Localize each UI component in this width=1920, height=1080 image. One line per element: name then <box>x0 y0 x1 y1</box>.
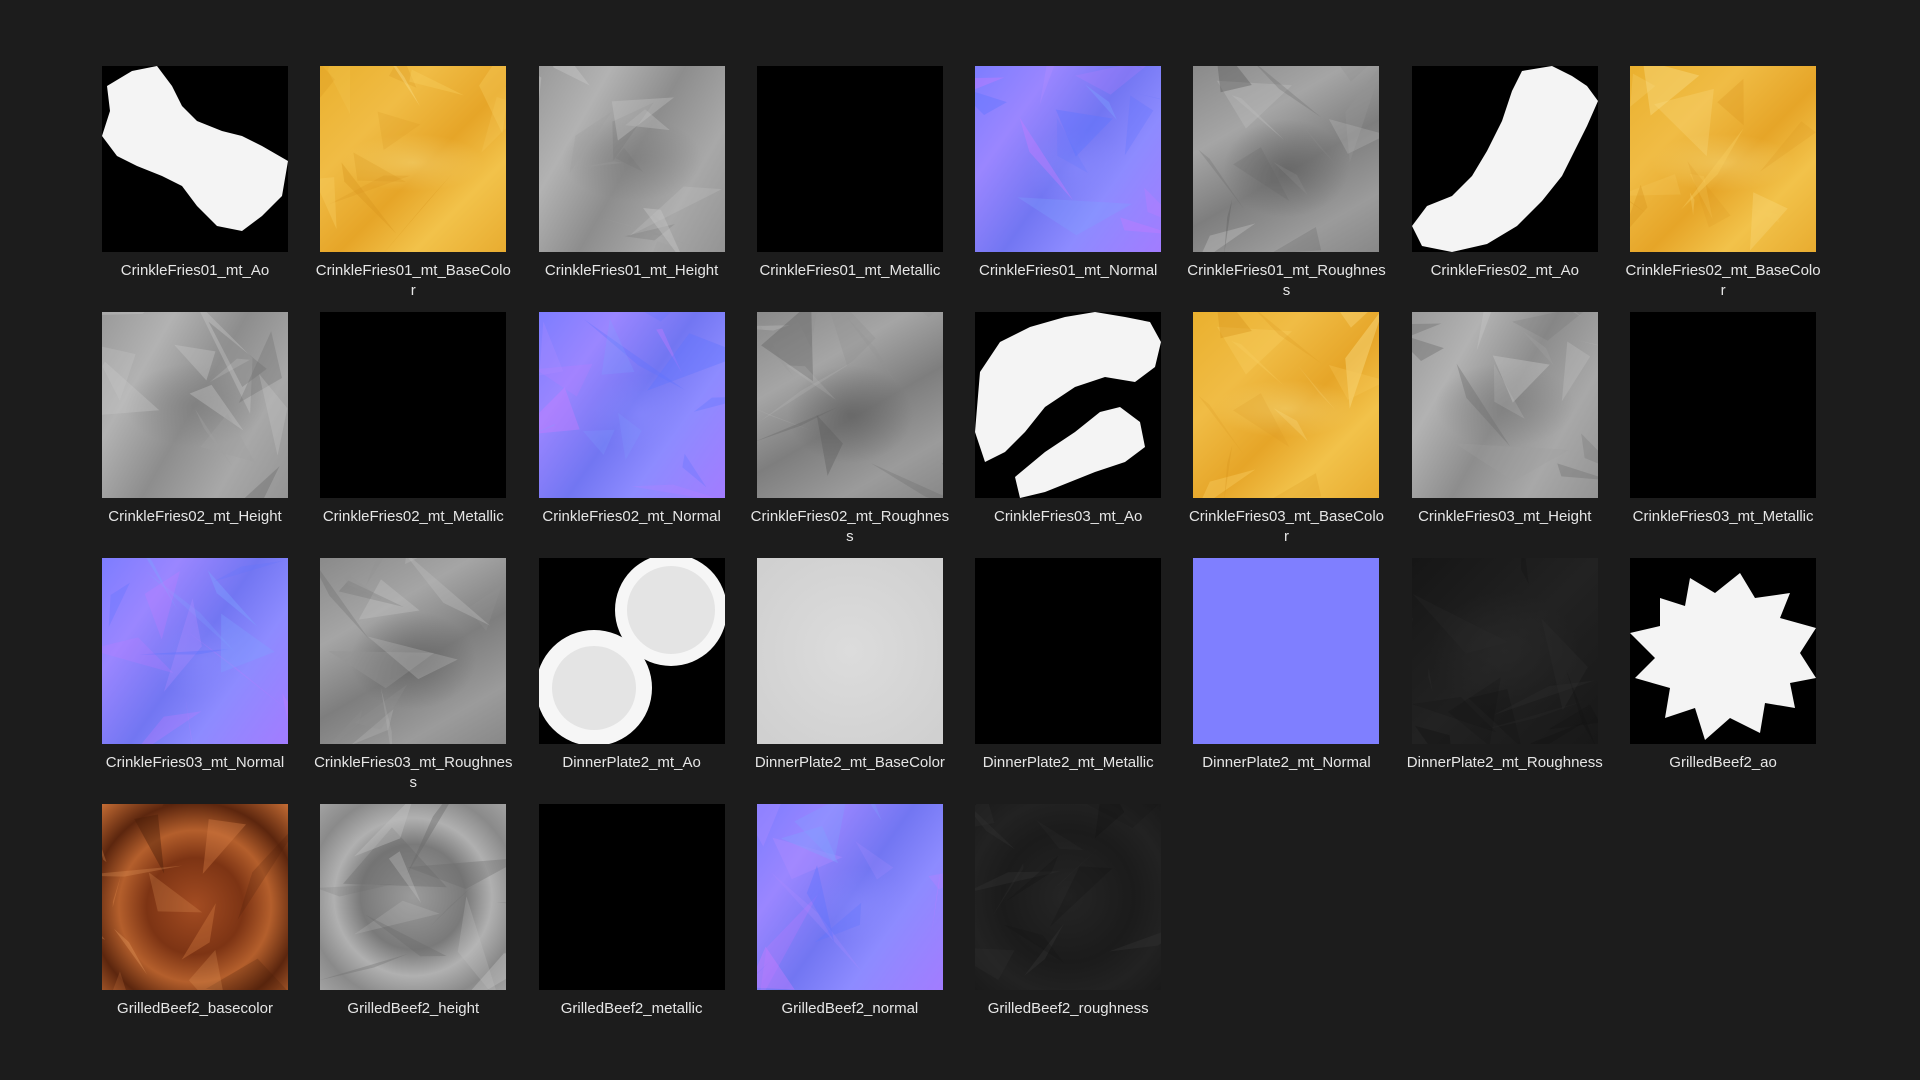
texture-thumbnail <box>975 804 1162 990</box>
thumbnail-item[interactable]: CrinkleFries01_mt_Height <box>538 66 725 312</box>
thumbnail-label: CrinkleFries03_mt_Height <box>1418 508 1592 525</box>
thumbnail-item[interactable]: GrilledBeef2_metallic <box>538 804 725 1050</box>
thumbnail-item[interactable]: GrilledBeef2_normal <box>756 804 943 1050</box>
texture-thumbnail <box>102 312 288 498</box>
thumbnail-item[interactable]: CrinkleFries02_mt_Ao <box>1411 66 1598 312</box>
thumbnail-item[interactable]: CrinkleFries02_mt_Roughness <box>751 312 949 558</box>
thumbnail-item[interactable]: CrinkleFries02_mt_Metallic <box>320 312 507 558</box>
thumbnail-label: GrilledBeef2_basecolor <box>117 1000 273 1017</box>
texture-thumbnail <box>975 66 1162 252</box>
texture-thumbnail <box>1630 558 1817 744</box>
texture-thumbnail <box>102 804 288 990</box>
thumbnail-item[interactable]: CrinkleFries03_mt_Roughness <box>314 558 513 804</box>
thumbnail-item[interactable]: GrilledBeef2_roughness <box>975 804 1162 1050</box>
thumbnail-item[interactable]: GrilledBeef2_height <box>320 804 507 1050</box>
texture-thumbnail <box>1411 558 1598 744</box>
thumbnail-item[interactable]: CrinkleFries01_mt_Normal <box>975 66 1162 312</box>
thumbnail-label: DinnerPlate2_mt_Roughness <box>1406 754 1603 771</box>
thumbnail-item[interactable]: CrinkleFries01_mt_Metallic <box>756 66 943 312</box>
thumbnail-item[interactable]: CrinkleFries01_mt_Roughness <box>1187 66 1386 312</box>
thumbnail-item[interactable]: CrinkleFries03_mt_Metallic <box>1630 312 1817 558</box>
thumbnail-item[interactable]: CrinkleFries02_mt_BaseColor <box>1626 66 1821 312</box>
texture-thumbnail <box>538 66 725 252</box>
thumbnail-label: DinnerPlate2_mt_Normal <box>1202 754 1371 771</box>
texture-thumbnail <box>320 66 507 252</box>
texture-thumbnail <box>1411 66 1598 252</box>
thumbnail-label: CrinkleFries01_mt_Ao <box>120 262 270 279</box>
thumbnail-label: CrinkleFries01_mt_BaseColor <box>315 262 511 299</box>
thumbnail-label: CrinkleFries02_mt_Height <box>108 508 282 525</box>
thumbnail-label: CrinkleFries02_mt_Ao <box>1430 262 1579 279</box>
thumbnail-label: GrilledBeef2_normal <box>781 1000 919 1017</box>
texture-thumbnail <box>538 558 725 744</box>
thumbnail-label: CrinkleFries03_mt_Ao <box>993 508 1143 525</box>
thumbnail-item[interactable]: GrilledBeef2_ao <box>1630 558 1817 804</box>
thumbnail-item[interactable]: CrinkleFries03_mt_Ao <box>975 312 1162 558</box>
texture-thumbnail <box>320 804 507 990</box>
thumbnail-label: CrinkleFries01_mt_Roughness <box>1187 262 1386 299</box>
texture-thumbnail <box>538 804 725 990</box>
thumbnail-item[interactable]: DinnerPlate2_mt_BaseColor <box>755 558 945 804</box>
texture-thumbnail <box>1193 66 1380 252</box>
thumbnail-item[interactable]: DinnerPlate2_mt_Ao <box>538 558 725 804</box>
texture-thumbnail <box>975 558 1162 744</box>
texture-thumbnail <box>756 558 943 744</box>
texture-thumbnail <box>1630 66 1817 252</box>
texture-thumbnail <box>102 558 288 744</box>
thumbnail-label: CrinkleFries01_mt_Metallic <box>759 262 941 279</box>
thumbnail-item[interactable]: DinnerPlate2_mt_Roughness <box>1407 558 1603 804</box>
texture-thumbnail <box>756 312 943 498</box>
thumbnail-label: CrinkleFries03_mt_Metallic <box>1632 508 1814 525</box>
thumbnail-label: DinnerPlate2_mt_BaseColor <box>754 754 945 771</box>
thumbnail-item[interactable]: GrilledBeef2_basecolor <box>102 804 288 1050</box>
thumbnail-label: GrilledBeef2_roughness <box>987 1000 1149 1017</box>
thumbnail-label: CrinkleFries02_mt_Roughness <box>750 508 950 545</box>
thumbnail-label: CrinkleFries01_mt_Height <box>544 262 719 279</box>
thumbnail-item[interactable]: CrinkleFries03_mt_Normal <box>102 558 288 804</box>
thumbnail-item[interactable]: CrinkleFries02_mt_Normal <box>538 312 725 558</box>
thumbnail-label: DinnerPlate2_mt_Metallic <box>982 754 1154 771</box>
texture-thumbnail <box>102 66 288 252</box>
thumbnail-item[interactable]: CrinkleFries02_mt_Height <box>102 312 288 558</box>
texture-thumbnail <box>1411 312 1598 498</box>
thumbnail-label: CrinkleFries01_mt_Normal <box>978 262 1158 279</box>
texture-thumbnail <box>320 312 507 498</box>
texture-thumbnail <box>320 558 507 744</box>
thumbnail-label: CrinkleFries02_mt_Metallic <box>322 508 504 525</box>
texture-thumbnail <box>1630 312 1817 498</box>
thumbnail-label: CrinkleFries02_mt_Normal <box>542 508 721 525</box>
texture-thumbnail <box>1193 558 1380 744</box>
thumbnail-grid: CrinkleFries01_mt_Ao CrinkleFries01_mt_Ba… <box>102 66 1821 1050</box>
thumbnail-label: GrilledBeef2_metallic <box>560 1000 703 1017</box>
thumbnail-label: CrinkleFries03_mt_BaseColor <box>1188 508 1385 545</box>
thumbnail-label: CrinkleFries02_mt_BaseColor <box>1625 262 1821 299</box>
thumbnail-label: DinnerPlate2_mt_Ao <box>562 754 701 771</box>
thumbnail-label: GrilledBeef2_ao <box>1669 754 1777 771</box>
texture-thumbnail <box>756 66 943 252</box>
thumbnail-item[interactable]: CrinkleFries01_mt_Ao <box>102 66 288 312</box>
thumbnail-label: GrilledBeef2_height <box>347 1000 480 1017</box>
texture-thumbnail <box>1193 312 1380 498</box>
thumbnail-item[interactable]: CrinkleFries03_mt_BaseColor <box>1189 312 1384 558</box>
thumbnail-item[interactable]: CrinkleFries01_mt_BaseColor <box>316 66 511 312</box>
thumbnail-label: CrinkleFries03_mt_Normal <box>105 754 285 771</box>
thumbnail-label: CrinkleFries03_mt_Roughness <box>314 754 513 791</box>
thumbnail-item[interactable]: DinnerPlate2_mt_Normal <box>1193 558 1380 804</box>
thumbnail-item[interactable]: DinnerPlate2_mt_Metallic <box>975 558 1162 804</box>
thumbnail-item[interactable]: CrinkleFries03_mt_Height <box>1411 312 1598 558</box>
texture-thumbnail <box>975 312 1162 498</box>
texture-thumbnail <box>538 312 725 498</box>
texture-thumbnail <box>756 804 943 990</box>
